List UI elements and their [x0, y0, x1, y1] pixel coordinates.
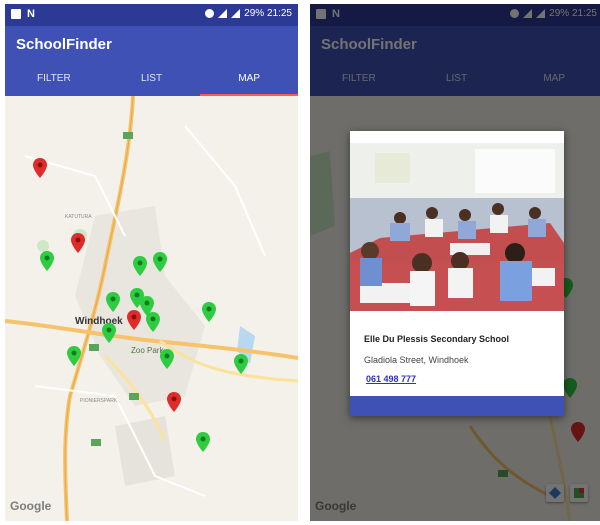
tab-list[interactable]: LIST — [103, 64, 201, 96]
school-detail-dialog: Elle Du Plessis Secondary School Gladiol… — [350, 131, 564, 416]
map-screen: N 29% 21:25 SchoolFinder FILTER LIST MAP — [5, 4, 298, 521]
school-pin-green[interactable] — [146, 312, 160, 332]
google-attribution: Google — [10, 499, 52, 513]
status-bar: N 29% 21:25 — [5, 4, 298, 26]
network-icon — [231, 9, 241, 18]
district-label-pionierspark: PIONIERSPARK — [80, 398, 118, 404]
school-pin-green[interactable] — [102, 323, 116, 343]
tab-bar: FILTER LIST MAP — [5, 64, 298, 96]
battery-time: 29% 21:25 — [244, 8, 292, 19]
do-not-disturb-icon — [205, 9, 215, 18]
school-pin-red[interactable] — [33, 158, 47, 178]
app-title: SchoolFinder — [16, 36, 112, 53]
school-pin-green[interactable] — [202, 302, 216, 322]
school-address: Gladiola Street, Windhoek — [364, 355, 469, 365]
school-pin-green[interactable] — [160, 349, 174, 369]
school-pin-green[interactable] — [234, 354, 248, 374]
school-pin-green[interactable] — [106, 292, 120, 312]
school-pin-red[interactable] — [127, 310, 141, 330]
app-bar: SchoolFinder — [5, 26, 298, 64]
poi-label: Zoo Park — [131, 346, 164, 355]
map-view[interactable]: Windhoek Zoo Park KATUTURA PIONIERSPARK … — [5, 96, 298, 521]
school-detail-screen: N 29% 21:25 SchoolFinder FILTER LIST MAP… — [310, 4, 600, 521]
school-pin-red[interactable] — [167, 392, 181, 412]
school-pin-green[interactable] — [133, 256, 147, 276]
image-notification-icon — [11, 9, 21, 19]
tab-map[interactable]: MAP — [200, 64, 298, 96]
school-pin-red[interactable] — [71, 233, 85, 253]
school-pin-green[interactable] — [153, 252, 167, 272]
tab-filter[interactable]: FILTER — [5, 64, 103, 96]
school-phone-link[interactable]: 061 498 777 — [366, 374, 416, 384]
dialog-footer-bar — [350, 396, 564, 416]
district-label-katutura: KATUTURA — [65, 214, 92, 220]
n-notification-icon: N — [27, 8, 35, 20]
signal-icon — [218, 9, 228, 18]
school-pin-green[interactable] — [67, 346, 81, 366]
school-photo — [350, 143, 564, 311]
school-name: Elle Du Plessis Secondary School — [364, 334, 510, 344]
school-pin-green[interactable] — [40, 251, 54, 271]
school-pin-green[interactable] — [196, 432, 210, 452]
